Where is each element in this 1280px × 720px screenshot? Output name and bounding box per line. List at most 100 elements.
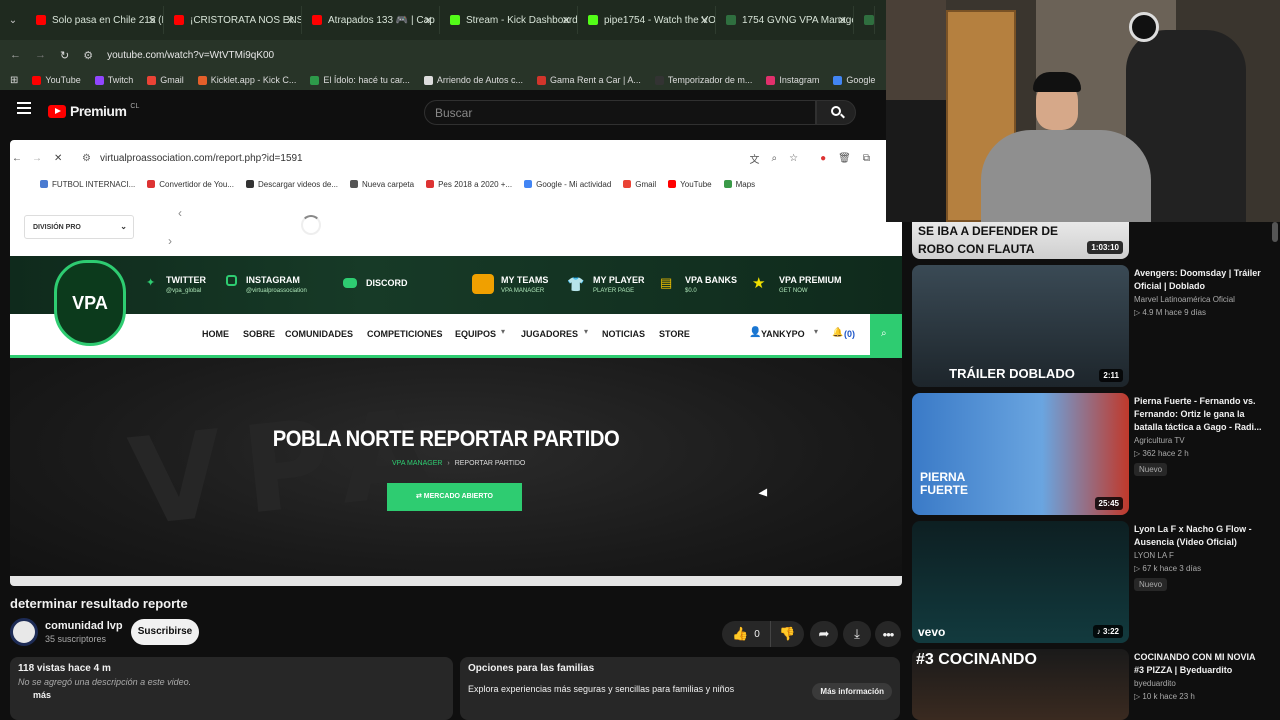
inner-bookmark-item: Maps [723,180,755,189]
bookmark-item[interactable]: Gama Rent a Car | A... [536,75,641,85]
bookmark-label: Gmail [160,75,184,85]
inner-translate-icon: 文 [749,154,760,166]
recommendation-thumbnail[interactable]: PIERNA FUERTE 25:45 [912,393,1129,515]
browser-tab[interactable]: 1754 GVNG VPA Manager ✕ [716,6,854,34]
recommendation-title[interactable]: Avengers: Doomsday | Tráiler Oficial | D… [1134,267,1266,293]
video-progress-bar[interactable] [10,576,902,586]
twitter-icon: ✦ [146,277,156,289]
rail-scrollbar[interactable] [1272,222,1278,242]
inner-star-icon: ☆ [789,152,799,164]
browser-tab[interactable]: ¡CRISTORATA NOS ENSEÑ✕ [164,6,302,34]
channel-avatar[interactable] [10,618,38,646]
show-more-link[interactable]: más [33,690,445,700]
browser-tab[interactable]: Stream - Kick Dashboard ✕ [440,6,578,34]
new-badge: Nuevo [1134,578,1168,591]
dislike-button[interactable]: 👎 [770,621,804,647]
recommendation-title[interactable]: Pierna Fuerte - Fernando vs. Fernando: O… [1134,395,1266,434]
myplayer-icon: 👕 [567,276,585,292]
download-button[interactable]: ⤓ [843,621,871,647]
recommendation-thumbnail[interactable]: #3 COCINANDO [912,649,1129,720]
market-open-button: ⇄ MERCADO ABIERTO [387,483,522,511]
more-actions-button[interactable]: ••• [875,621,901,647]
browser-tab[interactable]: Solo pasa en Chile 215 (N ✕ [26,6,164,34]
nav-noticias: NOTICIAS [602,329,646,339]
inner-bookmark-label: Convertidor de You... [159,179,234,189]
bookmark-item[interactable]: El Ídolo: hacé tu car... [310,75,410,85]
video-player[interactable]: ← → ✕ ⚙ virtualproassociation.com/report… [10,140,902,586]
discord-icon [343,278,357,288]
vpa-logo: VPA [54,260,126,346]
tab-label: Atrapados 133 🎮 | Cap [328,14,435,26]
site-top-bar: DIVISIÓN PRO ⌄ ‹ › [10,198,902,256]
recommendation-channel[interactable]: Agricultura TV [1134,436,1185,445]
tab-close-icon[interactable]: ✕ [424,14,433,27]
reload-icon[interactable]: ↻ [60,49,69,62]
inner-bookmark-icon [723,180,732,188]
browser-tab[interactable]: D [854,6,875,34]
recommendation-card[interactable]: PIERNA FUERTE 25:45 Pierna Fuerte - Fernan… [912,393,1272,515]
subscriber-count: 35 suscriptores [45,634,107,644]
more-icon: ••• [882,626,895,642]
recommendation-card[interactable]: #3 COCINANDO COCINANDO CON MI NOVIA #3 PI… [912,649,1272,720]
channel-name[interactable]: comunidad lvp [45,620,123,632]
bookmark-item[interactable]: YouTube [32,75,81,85]
recommendation-channel[interactable]: LYON LA F [1134,551,1174,560]
recommendation-thumbnail[interactable]: TRÁILER DOBLADO 2:11 [912,265,1129,387]
select-chevron-icon: ⌄ [120,222,127,231]
recommendation-meta: ▷ 67 k hace 3 días [1134,564,1202,573]
new-badge: Nuevo [1134,463,1168,476]
thumbs-up-icon: 👍 [732,626,749,641]
bookmark-label: Gama Rent a Car | A... [549,75,641,85]
forward-icon[interactable]: → [35,49,46,61]
recommendation-title[interactable]: COCINANDO CON MI NOVIA #3 PIZZA | Byedua… [1134,651,1266,677]
bookmark-item[interactable]: Kicklet.app - Kick C... [197,75,296,85]
user-chevron-icon: ▾ [814,327,819,336]
recommendation-card[interactable]: vevo ♪ 3:22 Lyon La F x Nacho G Flow - Aus… [912,521,1272,643]
bookmark-favicon-icon [423,75,433,85]
site-info-icon[interactable]: ⚙ [83,49,93,62]
recommendation-card[interactable]: SE IBA A DEFENDER DE ROBO CON FLAUTA 1:03… [912,222,1272,259]
url-text[interactable]: youtube.com/watch?v=WtVTMi9qK00 [107,50,274,61]
thumbnail-text: SE IBA A DEFENDER DE ROBO CON FLAUTA [918,224,1059,256]
tab-close-icon[interactable]: ✕ [286,14,295,27]
recommendation-thumbnail[interactable]: vevo ♪ 3:22 [912,521,1129,643]
bookmark-item[interactable]: Arriendo de Autos c... [423,75,523,85]
bookmark-item[interactable]: Google [833,75,875,85]
inner-back-icon: ← [12,152,22,164]
menu-icon[interactable] [17,102,31,114]
breadcrumb: VPA MANAGER › REPORTAR PARTIDO [392,460,526,467]
bookmark-item[interactable]: Instagram [766,75,819,85]
bookmark-label: Instagram [779,75,820,85]
like-count: 0 [754,628,760,640]
tab-search-icon[interactable]: ⌄ [0,15,26,26]
bookmark-label: Twitch [107,75,134,85]
recommendation-card[interactable]: TRÁILER DOBLADO 2:11 Avengers: Doomsday | … [912,265,1272,387]
recommendation-channel[interactable]: Marvel Latinoamérica Oficial [1134,295,1235,304]
apps-icon[interactable]: ⊞ [10,75,18,86]
bookmark-item[interactable]: Twitch [94,75,134,85]
recommendation-channel[interactable]: byeduardito [1134,679,1176,688]
tab-close-icon[interactable]: ✕ [148,14,157,27]
search-button[interactable] [816,100,856,125]
more-info-button[interactable]: Más información [812,683,892,700]
youtube-logo[interactable]: Premium CL [48,103,139,119]
inner-bookmark-item: Pes 2018 a 2020 +... [426,180,512,189]
twitter-handle: @vpa_global [166,288,202,294]
subscribe-button[interactable]: Suscribirse [131,619,199,645]
share-button[interactable]: ➦ [810,621,838,647]
tab-close-icon[interactable]: ✕ [700,14,709,27]
bookmark-item[interactable]: Gmail [147,75,184,85]
recommendation-thumbnail[interactable]: SE IBA A DEFENDER DE ROBO CON FLAUTA 1:03… [912,222,1129,259]
back-icon[interactable]: ← [10,49,21,61]
browser-tab[interactable]: pipe1754 - Watch the VOD ✕ [578,6,716,34]
bookmark-item[interactable]: Temporizador de m... [654,75,752,85]
tab-close-icon[interactable]: ✕ [562,14,571,27]
browser-tab[interactable]: Atrapados 133 🎮 | Cap ✕ [302,6,440,34]
search-input[interactable]: Buscar [424,100,816,125]
video-duration: 2:11 [1099,369,1123,382]
view-count: 118 vistas hace 4 m [18,663,111,674]
description-box[interactable]: 118 vistas hace 4 m No se agregó una des… [10,657,453,720]
recommendation-title[interactable]: Lyon La F x Nacho G Flow - Ausencia (Vid… [1134,523,1266,549]
tab-close-icon[interactable]: ✕ [838,14,847,27]
description-text: No se agregó una descripción a este vide… [18,677,192,687]
